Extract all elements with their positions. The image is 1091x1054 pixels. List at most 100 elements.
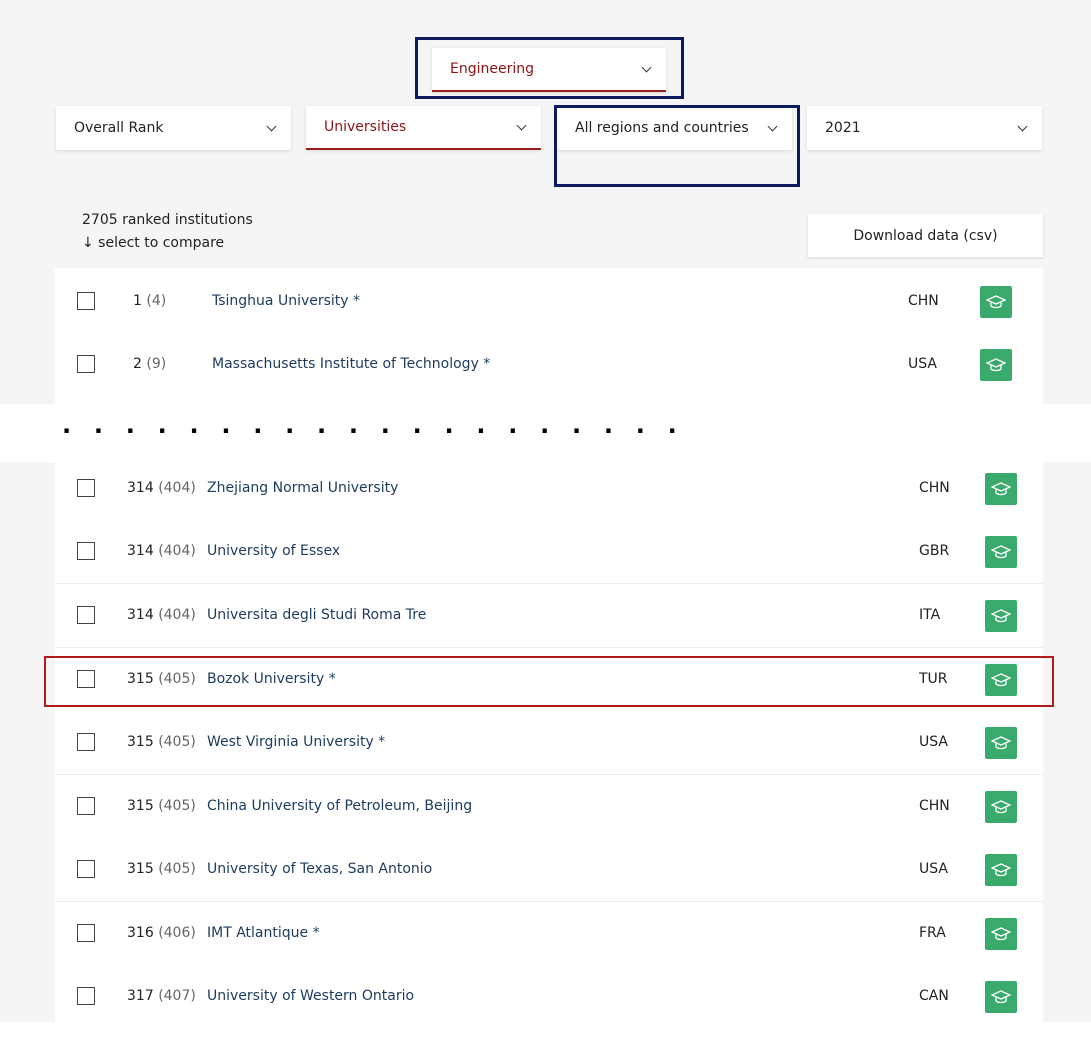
rank-value: 2: [133, 356, 142, 372]
subject-dropdown-label: Engineering: [450, 61, 534, 77]
previous-rank: (405): [158, 734, 196, 750]
compare-checkbox[interactable]: [77, 670, 95, 688]
graduation-cap-icon[interactable]: [985, 854, 1017, 886]
compare-checkbox[interactable]: [77, 987, 95, 1005]
chevron-down-icon: [266, 121, 277, 131]
country-code: CAN: [919, 988, 949, 1004]
previous-rank: (404): [158, 607, 196, 623]
previous-rank: (406): [158, 925, 196, 941]
rank-value: 315: [127, 861, 154, 877]
country-code: TUR: [919, 671, 948, 687]
rank-value: 315: [127, 671, 154, 687]
year-dropdown[interactable]: 2021: [807, 106, 1042, 150]
university-link[interactable]: Massachusetts Institute of Technology *: [212, 333, 490, 396]
chevron-down-icon: [767, 121, 778, 131]
graduation-cap-icon[interactable]: [985, 600, 1017, 632]
chevron-down-icon: [1017, 121, 1028, 131]
rank-cell: 315 (405): [127, 648, 196, 711]
institution-type-dropdown[interactable]: Universities: [306, 106, 541, 150]
graduation-cap-icon[interactable]: [980, 286, 1012, 318]
previous-rank: (405): [158, 798, 196, 814]
region-label: All regions and countries: [575, 120, 749, 136]
university-link[interactable]: Zhejiang Normal University: [207, 457, 398, 520]
compare-checkbox[interactable]: [77, 606, 95, 624]
compare-hint: ↓ select to compare: [82, 235, 225, 251]
rank-type-dropdown[interactable]: Overall Rank: [56, 106, 291, 150]
previous-rank: (9): [146, 356, 167, 372]
chevron-down-icon: [641, 62, 652, 72]
rank-cell: 1 (4): [133, 270, 166, 333]
table-row: 2 (9) Massachusetts Institute of Technol…: [55, 333, 1043, 396]
graduation-cap-icon[interactable]: [985, 791, 1017, 823]
compare-checkbox[interactable]: [77, 542, 95, 560]
table-row: 314 (404) Universita degli Studi Roma Tr…: [55, 584, 1043, 648]
previous-rank: (404): [158, 543, 196, 559]
table-row: 314 (404) University of Essex GBR: [55, 520, 1043, 584]
table-row: 315 (405) University of Texas, San Anton…: [55, 838, 1043, 902]
university-link[interactable]: Universita degli Studi Roma Tre: [207, 584, 426, 647]
university-link[interactable]: IMT Atlantique *: [207, 902, 320, 965]
table-row: 314 (404) Zhejiang Normal University CHN: [55, 457, 1043, 521]
table-row: 1 (4) Tsinghua University * CHN: [55, 270, 1043, 334]
rank-cell: 316 (406): [127, 902, 196, 965]
graduation-cap-icon[interactable]: [985, 918, 1017, 950]
rank-value: 317: [127, 988, 154, 1004]
region-dropdown[interactable]: All regions and countries: [557, 106, 792, 150]
university-link[interactable]: Tsinghua University *: [212, 270, 360, 333]
compare-checkbox[interactable]: [77, 479, 95, 497]
previous-rank: (405): [158, 671, 196, 687]
graduation-cap-icon[interactable]: [985, 473, 1017, 505]
rank-cell: 314 (404): [127, 584, 196, 647]
table-row: 315 (405) China University of Petroleum,…: [55, 775, 1043, 839]
country-code: CHN: [919, 798, 950, 814]
subject-dropdown[interactable]: Engineering: [432, 48, 666, 92]
country-code: CHN: [908, 293, 939, 309]
compare-checkbox[interactable]: [77, 924, 95, 942]
rank-cell: 2 (9): [133, 333, 166, 396]
year-label: 2021: [825, 120, 861, 136]
table-row: 316 (406) IMT Atlantique * FRA: [55, 902, 1043, 966]
country-code: ITA: [919, 607, 941, 623]
country-code: USA: [919, 861, 948, 877]
table-row: 315 (405) Bozok University * TUR: [55, 648, 1043, 712]
table-row: 317 (407) University of Western Ontario …: [55, 965, 1043, 1028]
previous-rank: (404): [158, 480, 196, 496]
graduation-cap-icon[interactable]: [985, 727, 1017, 759]
compare-checkbox[interactable]: [77, 733, 95, 751]
table-row: 315 (405) West Virginia University * USA: [55, 711, 1043, 775]
university-link[interactable]: University of Texas, San Antonio: [207, 838, 432, 901]
download-csv-button[interactable]: Download data (csv): [808, 214, 1043, 257]
institution-type-label: Universities: [324, 119, 407, 135]
rank-cell: 315 (405): [127, 711, 196, 774]
university-link[interactable]: University of Western Ontario: [207, 965, 414, 1028]
university-link[interactable]: West Virginia University *: [207, 711, 385, 774]
compare-checkbox[interactable]: [77, 292, 95, 310]
rank-cell: 317 (407): [127, 965, 196, 1028]
rank-value: 314: [127, 543, 154, 559]
bottom-band: [0, 1022, 1091, 1054]
university-link[interactable]: China University of Petroleum, Beijing: [207, 775, 472, 838]
rank-value: 315: [127, 734, 154, 750]
compare-checkbox[interactable]: [77, 355, 95, 373]
university-link[interactable]: Bozok University *: [207, 648, 336, 711]
country-code: FRA: [919, 925, 946, 941]
gap-marker: . . . . . . . . . . . . . . . . . . . .: [62, 411, 684, 439]
graduation-cap-icon[interactable]: [985, 664, 1017, 696]
rank-value: 314: [127, 480, 154, 496]
country-code: USA: [908, 356, 937, 372]
graduation-cap-icon[interactable]: [985, 536, 1017, 568]
download-csv-label: Download data (csv): [853, 227, 998, 244]
rank-value: 314: [127, 607, 154, 623]
compare-checkbox[interactable]: [77, 797, 95, 815]
rank-value: 1: [133, 293, 142, 309]
university-link[interactable]: University of Essex: [207, 520, 340, 583]
compare-checkbox[interactable]: [77, 860, 95, 878]
rank-cell: 315 (405): [127, 838, 196, 901]
previous-rank: (405): [158, 861, 196, 877]
graduation-cap-icon[interactable]: [980, 349, 1012, 381]
ranked-count: 2705 ranked institutions: [82, 212, 253, 228]
previous-rank: (407): [158, 988, 196, 1004]
country-code: CHN: [919, 480, 950, 496]
rank-value: 316: [127, 925, 154, 941]
graduation-cap-icon[interactable]: [985, 981, 1017, 1013]
